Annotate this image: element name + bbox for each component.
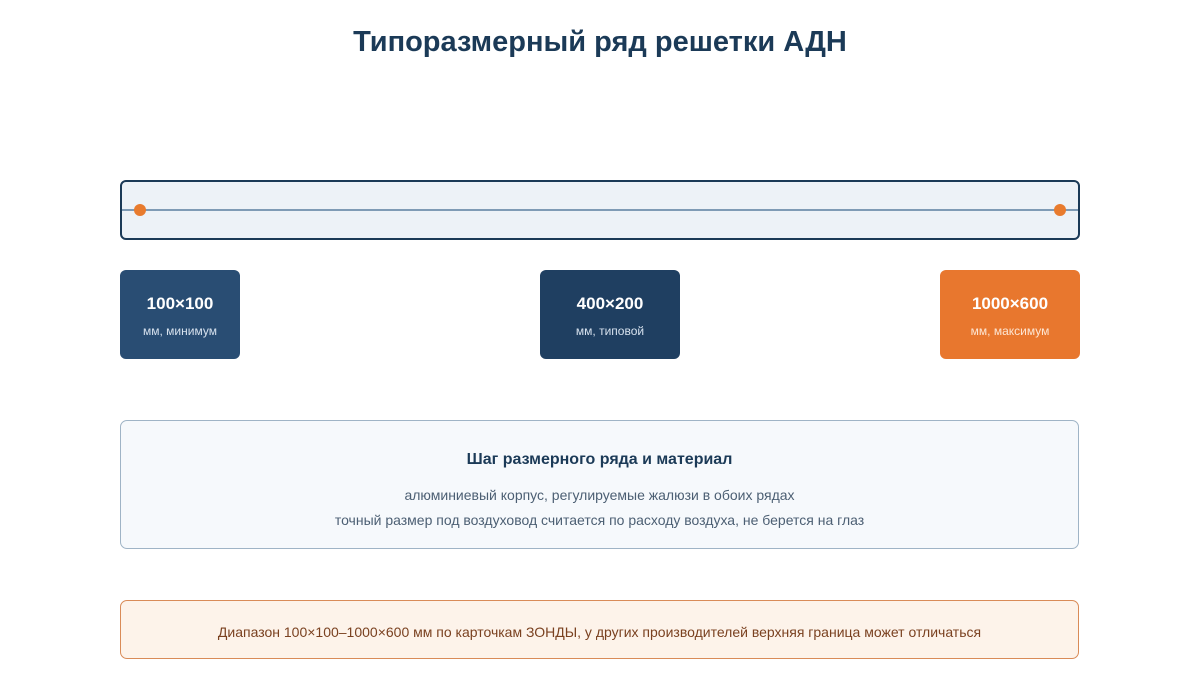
range-min-marker [134,204,146,216]
size-card-label: мм, типовой [575,324,645,338]
size-card-value: 400×200 [576,294,644,313]
info-heading: Шаг размерного ряда и материал [466,451,733,468]
range-note: Диапазон 100×100–1000×600 мм по карточка… [120,600,1079,659]
size-range-track [120,180,1080,240]
size-card-value: 1000×600 [971,294,1049,313]
info-line: алюминиевый корпус, регулируемые жалюзи … [404,487,795,503]
range-line [122,209,1078,211]
size-card-value: 100×100 [146,294,214,313]
page-title: Типоразмерный ряд решетки АДН [353,26,847,58]
note-text: Диапазон 100×100–1000×600 мм по карточка… [217,624,982,640]
info-panel: Шаг размерного ряда и материал алюминиев… [120,420,1079,549]
range-max-marker [1054,204,1066,216]
size-card-minimum: 100×100 мм, минимум [120,270,240,359]
size-card-label: мм, максимум [970,324,1050,338]
size-card-typical: 400×200 мм, типовой [540,270,680,359]
info-line: точный размер под воздуховод считается п… [334,512,865,528]
size-card-maximum: 1000×600 мм, максимум [940,270,1080,359]
size-card-label: мм, минимум [143,324,217,338]
